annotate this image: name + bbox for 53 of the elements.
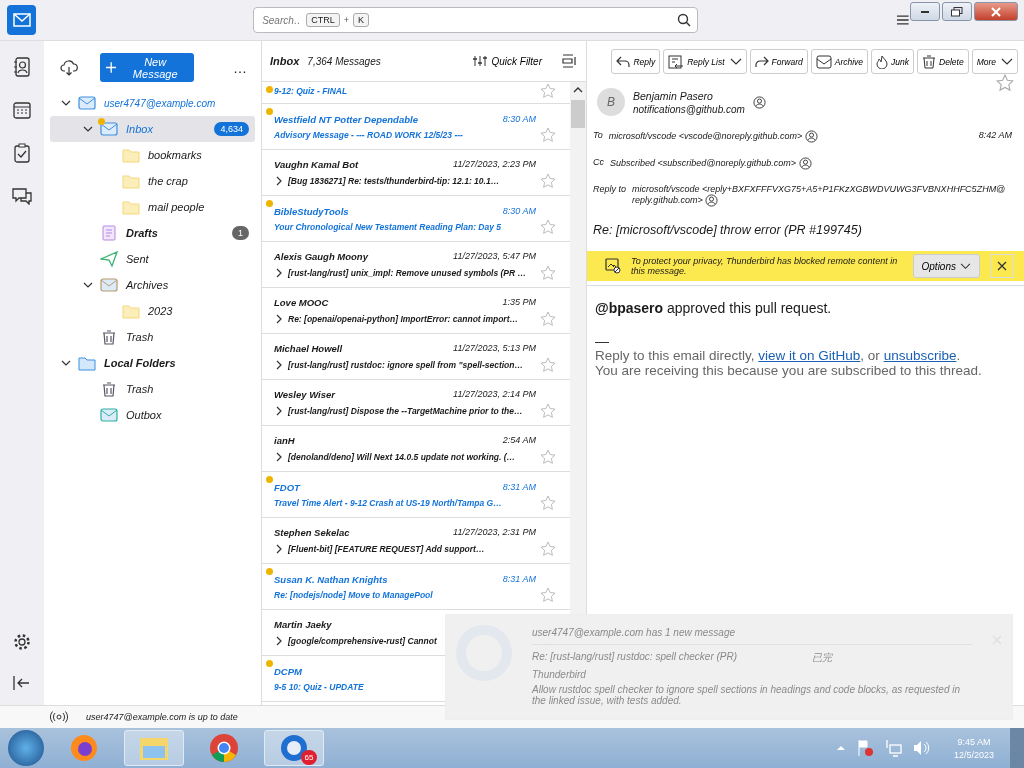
header-value[interactable]: microsoft/vscode <vscode@noreply.github.com> xyxy=(608,130,973,143)
plus-sign: + xyxy=(343,15,349,25)
message-count: 7,364 Messages xyxy=(307,55,381,67)
footer-text: Reply to this email directly, view it on GitHub, or unsubscribe. xyxy=(595,348,962,363)
folder-item[interactable]: Inbox 4,634 xyxy=(50,116,255,142)
options-button[interactable]: Options xyxy=(912,254,980,278)
folder-item[interactable]: the crap xyxy=(50,168,255,194)
keyboard-key: K xyxy=(352,13,369,27)
footer-note: You are receiving this because you are subscribed to this thread. xyxy=(595,363,983,378)
header-label: Cc xyxy=(593,157,604,167)
archive-button[interactable]: Archive xyxy=(810,49,869,74)
search-bar[interactable]: Search… CTRL + K xyxy=(253,7,699,33)
unread-badge: 65 xyxy=(301,750,317,765)
header-label: Reply to xyxy=(593,184,627,194)
more-options-button[interactable]: … xyxy=(233,59,247,76)
folder-item[interactable]: mail people xyxy=(50,194,255,220)
new-message-button[interactable]: New Message xyxy=(100,53,194,82)
more-button[interactable]: More xyxy=(971,49,1018,74)
notification-time: 已完 xyxy=(812,651,832,665)
message-subject: Re: [microsoft/vscode] throw error (PR #199745) xyxy=(593,223,863,237)
folder-item[interactable]: Local Folders xyxy=(50,350,255,376)
keyboard-key: CTRL xyxy=(306,13,340,27)
sender-email[interactable]: notifications@github.com xyxy=(633,103,745,115)
delete-button[interactable]: Delete xyxy=(917,49,969,74)
folder-item[interactable]: Drafts 1 xyxy=(50,220,255,246)
header-value[interactable]: Subscribed <subscribed@noreply.github.com> xyxy=(610,157,1018,170)
junk-button[interactable]: Junk xyxy=(871,49,915,74)
header-value[interactable]: microsoft/vscode <reply+BXFXFFFVXG75+A5+P1FKzXGBWDVUWG3FVBNXHHFC5ZHM@reply.github.com> xyxy=(632,184,1018,207)
message-time: 8:42 AM xyxy=(978,130,1013,140)
sender-name[interactable]: Benjamin Pasero xyxy=(633,89,745,102)
quick-filter-button[interactable]: Quick Filter xyxy=(467,54,548,68)
folder-item[interactable]: Outbox xyxy=(50,402,255,428)
avatar: B xyxy=(597,88,625,116)
reply-list-button[interactable]: Reply List xyxy=(663,49,747,74)
folder-item[interactable]: Trash xyxy=(50,324,255,350)
forward-button[interactable]: Forward xyxy=(749,49,808,74)
taskbar-button[interactable]: 65 xyxy=(264,730,324,766)
folder-item[interactable]: 2023 xyxy=(50,298,255,324)
reply-button[interactable]: Reply xyxy=(611,49,661,74)
signature-separator: — xyxy=(595,334,610,348)
header-label: To xyxy=(593,130,603,140)
folder-item[interactable]: Archives xyxy=(50,272,255,298)
unread-count-badge: 4,634 xyxy=(214,122,249,136)
folder-item[interactable]: bookmarks xyxy=(50,142,255,168)
unread-count-badge: 1 xyxy=(232,226,249,240)
folder-item[interactable]: Sent xyxy=(50,246,255,272)
folder-item[interactable]: user4747@example.com xyxy=(50,90,255,116)
folder-name: Inbox xyxy=(270,55,300,67)
message-row[interactable]: 9-12: Quiz - FINAL xyxy=(262,82,570,104)
folder-item[interactable]: Trash xyxy=(50,376,255,402)
banner-text: To protect your privacy, Thunderbird has blocked remote content in this message. xyxy=(631,256,899,276)
body-text: @bpasero approved this pull request. xyxy=(595,300,833,316)
status-text: user4747@example.com is up to date xyxy=(86,712,238,722)
